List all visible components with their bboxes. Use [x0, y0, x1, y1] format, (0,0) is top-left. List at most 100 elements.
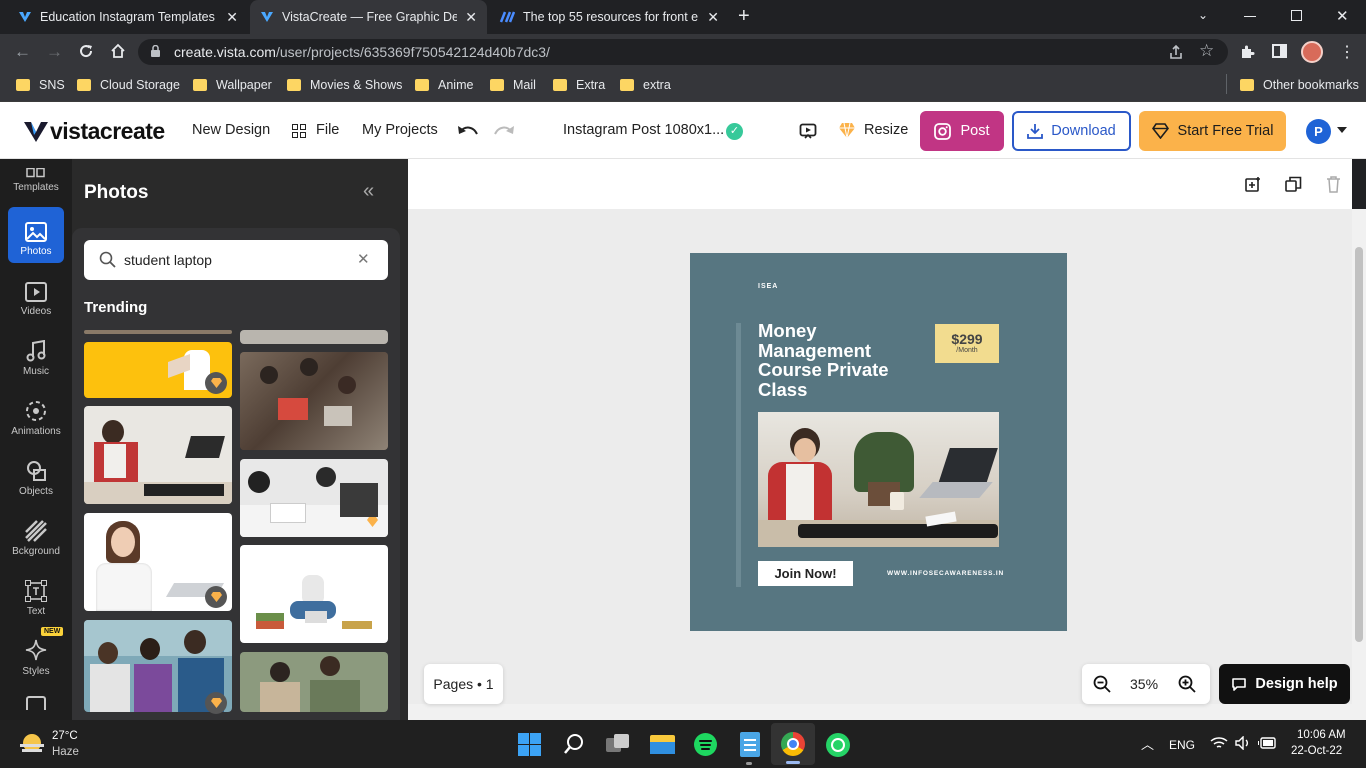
url-bar[interactable]: create.vista.com/user/projects/635369f75…: [138, 39, 1228, 65]
file-menu[interactable]: File: [316, 122, 339, 138]
whatsapp-icon[interactable]: [826, 733, 850, 757]
lock-icon[interactable]: [150, 45, 161, 58]
bookmark-folder[interactable]: extra: [620, 76, 671, 94]
brand-kit-icon[interactable]: [26, 696, 46, 710]
photo-thumbnail[interactable]: [240, 652, 388, 712]
clear-search-icon[interactable]: ✕: [357, 250, 370, 268]
bookmark-folder[interactable]: Anime: [415, 76, 473, 94]
rail-item-templates[interactable]: Templates: [8, 157, 64, 199]
delete-page-icon[interactable]: [1326, 176, 1341, 193]
clock-date[interactable]: 22-Oct-22: [1291, 745, 1342, 757]
browser-tab[interactable]: The top 55 resources for front en ✕: [489, 0, 729, 34]
add-page-icon[interactable]: [1245, 176, 1262, 193]
browser-tab[interactable]: Education Instagram Templates fo ✕: [8, 0, 248, 34]
bookmark-folder[interactable]: SNS: [16, 76, 65, 94]
clock-time[interactable]: 10:06 AM: [1297, 729, 1346, 741]
zoom-in-icon[interactable]: [1178, 675, 1196, 693]
notepad-icon[interactable]: [740, 732, 760, 757]
rail-item-photos[interactable]: Photos: [8, 207, 64, 263]
bookmark-folder[interactable]: Movies & Shows: [287, 76, 402, 94]
tab-search-icon[interactable]: ⌄: [1198, 8, 1208, 22]
other-bookmarks[interactable]: Other bookmarks: [1240, 76, 1359, 94]
redo-icon[interactable]: [493, 124, 515, 138]
post-button[interactable]: Post: [920, 111, 1004, 151]
close-tab-icon[interactable]: ✕: [226, 9, 238, 26]
zoom-level[interactable]: 35%: [1130, 676, 1158, 692]
extensions-icon[interactable]: [1239, 44, 1255, 60]
side-panel-icon[interactable]: [1272, 44, 1287, 58]
horizontal-scrollbar[interactable]: [408, 704, 1352, 720]
join-now-button[interactable]: Join Now!: [758, 561, 853, 586]
close-tab-icon[interactable]: ✕: [707, 9, 719, 26]
bookmark-folder[interactable]: Cloud Storage: [77, 76, 180, 94]
document-title[interactable]: Instagram Post 1080x1...: [563, 122, 724, 138]
rail-item-videos[interactable]: Videos: [8, 267, 64, 323]
bookmark-star-icon[interactable]: ☆: [1199, 41, 1214, 61]
photo-thumbnail[interactable]: [240, 352, 388, 450]
undo-icon[interactable]: [457, 124, 479, 138]
bookmark-folder[interactable]: Wallpaper: [193, 76, 272, 94]
close-window-icon[interactable]: ✕: [1336, 7, 1349, 25]
volume-icon[interactable]: [1235, 736, 1251, 750]
present-icon[interactable]: [799, 122, 817, 140]
home-icon[interactable]: [110, 43, 126, 59]
photo-thumbnail[interactable]: [240, 545, 388, 643]
brand-text[interactable]: ISEA: [758, 283, 778, 290]
photo-search-input[interactable]: student laptop: [84, 240, 388, 280]
windows-start-icon[interactable]: [518, 733, 541, 756]
minimize-icon[interactable]: [1244, 16, 1256, 17]
task-view-icon[interactable]: [606, 734, 630, 754]
rail-item-background[interactable]: Bckground: [8, 507, 64, 563]
collapse-panel-icon[interactable]: «: [363, 180, 374, 203]
my-projects-link[interactable]: My Projects: [362, 122, 438, 138]
photo-thumbnail[interactable]: [240, 330, 388, 344]
user-avatar[interactable]: P: [1306, 119, 1331, 144]
new-tab-button[interactable]: +: [738, 6, 758, 26]
share-icon[interactable]: [1168, 44, 1184, 60]
photo-thumbnail[interactable]: [84, 406, 232, 504]
file-explorer-icon[interactable]: [650, 735, 675, 754]
pages-button[interactable]: Pages • 1: [424, 664, 503, 704]
vistacreate-logo[interactable]: vistacreate: [24, 118, 165, 145]
zoom-out-icon[interactable]: [1093, 675, 1111, 693]
vertical-scrollbar[interactable]: [1352, 209, 1366, 720]
close-tab-icon[interactable]: ✕: [465, 9, 477, 26]
download-button[interactable]: Download: [1012, 111, 1131, 151]
browser-tab-active[interactable]: VistaCreate — Free Graphic Desig ✕: [250, 0, 487, 34]
new-design-button[interactable]: New Design: [192, 122, 270, 138]
rail-item-objects[interactable]: Objects: [8, 447, 64, 503]
browser-menu-icon[interactable]: ⋮: [1339, 42, 1355, 62]
rail-item-music[interactable]: Music: [8, 327, 64, 383]
bookmark-folder[interactable]: Mail: [490, 76, 536, 94]
show-hidden-icons-chevron-icon[interactable]: ︿: [1141, 734, 1154, 753]
language-indicator[interactable]: ENG: [1169, 738, 1195, 752]
forward-icon[interactable]: →: [46, 42, 63, 62]
duplicate-page-icon[interactable]: [1285, 176, 1302, 193]
reload-icon[interactable]: [78, 43, 94, 59]
chrome-taskbar-button[interactable]: [771, 723, 815, 765]
design-canvas[interactable]: ISEA Money Management Course Private Cla…: [690, 253, 1067, 631]
rail-item-text[interactable]: Text: [8, 567, 64, 623]
headline-text[interactable]: Money Management Course Private Class: [758, 321, 889, 399]
website-text[interactable]: WWW.INFOSECAWARENESS.IN: [887, 570, 1004, 577]
wifi-icon[interactable]: [1210, 736, 1228, 750]
weather-condition[interactable]: Haze: [52, 746, 79, 758]
spotify-icon[interactable]: [694, 733, 717, 756]
back-icon[interactable]: ←: [14, 42, 31, 62]
weather-temp[interactable]: 27°C: [52, 730, 78, 742]
weather-haze-icon[interactable]: [20, 732, 44, 756]
resize-button[interactable]: Resize: [864, 122, 908, 138]
design-photo[interactable]: [758, 412, 999, 547]
profile-avatar[interactable]: [1301, 41, 1323, 63]
photo-thumbnail[interactable]: [84, 330, 232, 334]
taskbar-search-icon[interactable]: [563, 733, 585, 755]
accent-bar[interactable]: [736, 323, 741, 587]
scrollbar-thumb[interactable]: [1355, 247, 1363, 642]
chevron-down-icon[interactable]: [1337, 127, 1347, 133]
battery-icon[interactable]: [1258, 737, 1278, 749]
bookmark-folder[interactable]: Extra: [553, 76, 605, 94]
price-box[interactable]: $299 /Month: [935, 324, 999, 363]
design-help-button[interactable]: Design help: [1219, 664, 1350, 704]
restore-icon[interactable]: [1291, 10, 1302, 21]
rail-item-animations[interactable]: Animations: [8, 387, 64, 443]
